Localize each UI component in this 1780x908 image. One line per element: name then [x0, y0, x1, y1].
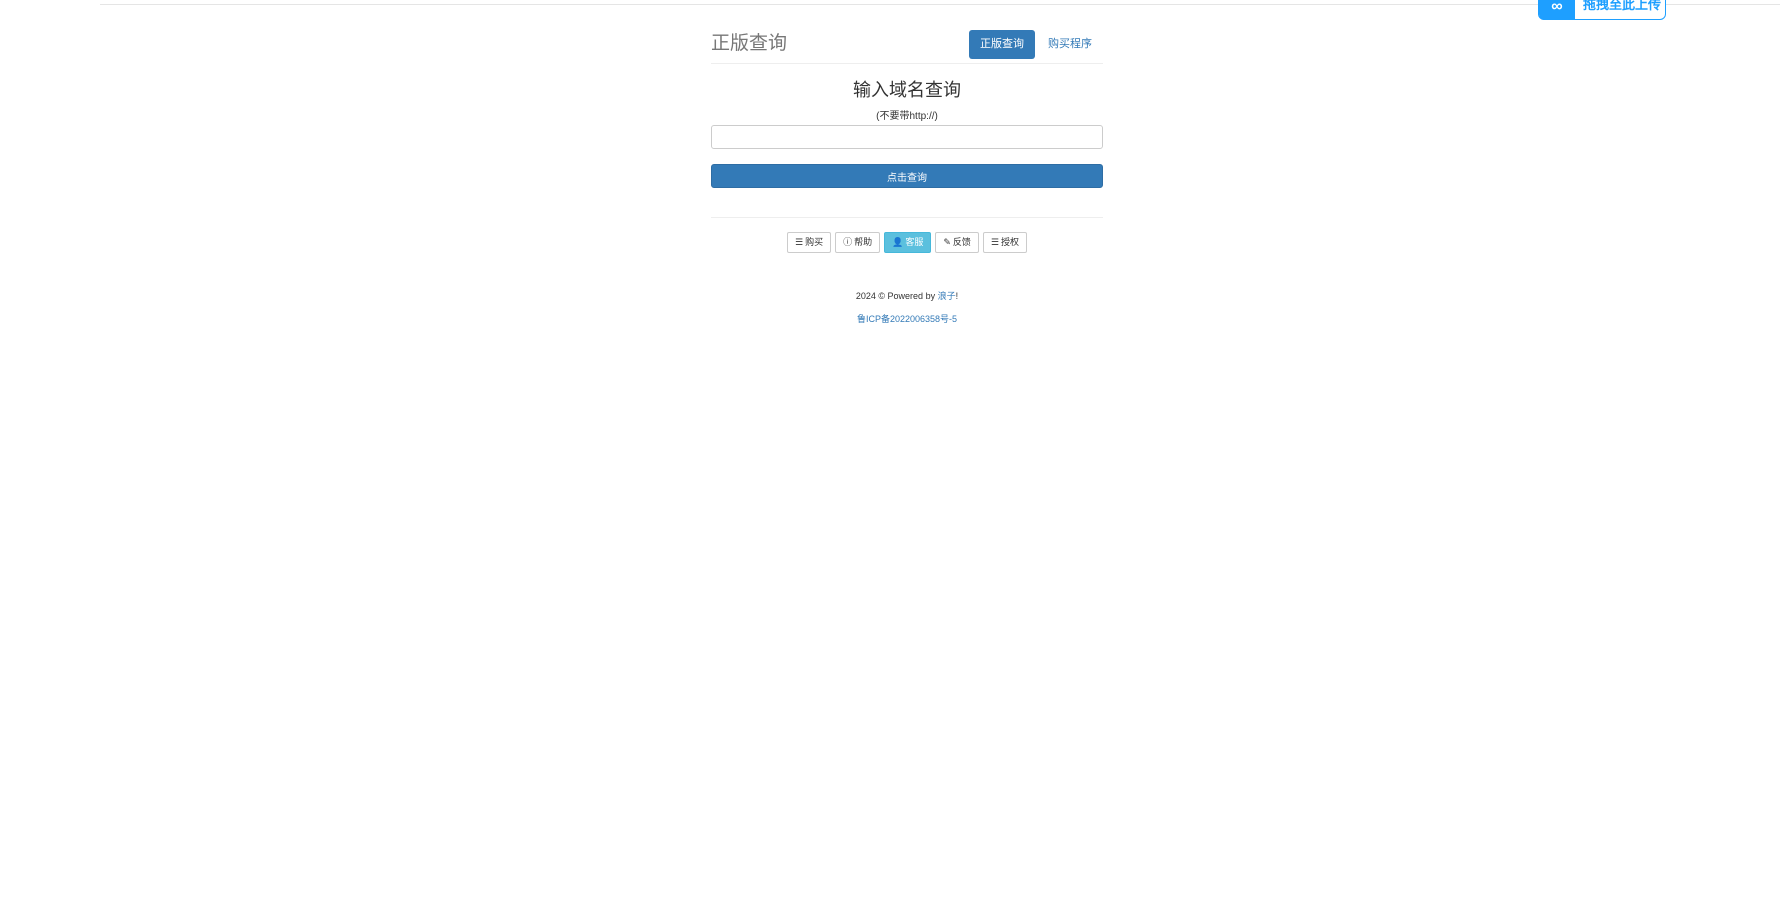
- feedback-button[interactable]: ✎ 反馈: [935, 232, 979, 253]
- buy-button-label: 购买: [805, 237, 824, 247]
- infinity-icon: ∞: [1539, 0, 1575, 20]
- query-heading: 输入域名查询: [853, 80, 961, 100]
- drag-upload-label: 拖拽至此上传: [1583, 0, 1662, 12]
- list-icon: ☰: [794, 237, 804, 247]
- domain-input[interactable]: [711, 125, 1103, 149]
- pencil-icon: ✎: [943, 237, 951, 247]
- section-divider: [711, 217, 1103, 218]
- query-submit-button[interactable]: 点击查询: [711, 164, 1103, 188]
- user-icon: 👤: [892, 237, 904, 247]
- page-title: 正版查询: [711, 33, 788, 54]
- nav-tab-genuine-query[interactable]: 正版查询: [969, 30, 1035, 59]
- action-button-group: ☰ 购买 ⓘ 帮助 👤 客服 ✎ 反馈 ☰ 授权: [711, 232, 1103, 253]
- author-link[interactable]: 浪子: [938, 291, 956, 301]
- feedback-button-label: 反馈: [952, 237, 971, 247]
- header-nav: 正版查询 购买程序: [967, 30, 1103, 59]
- buy-button[interactable]: ☰ 购买: [786, 232, 832, 253]
- nav-tab-buy-program[interactable]: 购买程序: [1037, 30, 1103, 59]
- support-button[interactable]: 👤 客服: [884, 232, 932, 253]
- copyright-line: 2024 © Powered by 浪子!: [711, 289, 1103, 302]
- license-button-label: 授权: [1000, 237, 1019, 247]
- main-container: 正版查询 正版查询 购买程序 输入域名查询 (不要带http://) 点击查询 …: [711, 0, 1103, 325]
- support-button-label: 客服: [905, 237, 924, 247]
- help-button-label: 帮助: [854, 237, 873, 247]
- copyright-prefix: 2024 © Powered by: [855, 291, 938, 301]
- help-button[interactable]: ⓘ 帮助: [835, 232, 881, 253]
- info-icon: ⓘ: [843, 237, 853, 247]
- page-header: 正版查询 正版查询 购买程序: [711, 0, 1103, 64]
- list-icon: ☰: [990, 237, 999, 247]
- icp-link[interactable]: 鲁ICP备2022006358号-5: [857, 314, 957, 324]
- drag-upload-widget[interactable]: ∞ 拖拽至此上传: [1538, 0, 1666, 20]
- query-hint: (不要带http://): [876, 111, 938, 122]
- page-footer: 2024 © Powered by 浪子! 鲁ICP备2022006358号-5: [711, 289, 1103, 325]
- query-form: 输入域名查询 (不要带http://) 点击查询: [711, 76, 1103, 188]
- license-button[interactable]: ☰ 授权: [982, 232, 1027, 253]
- copyright-suffix: !: [955, 291, 959, 301]
